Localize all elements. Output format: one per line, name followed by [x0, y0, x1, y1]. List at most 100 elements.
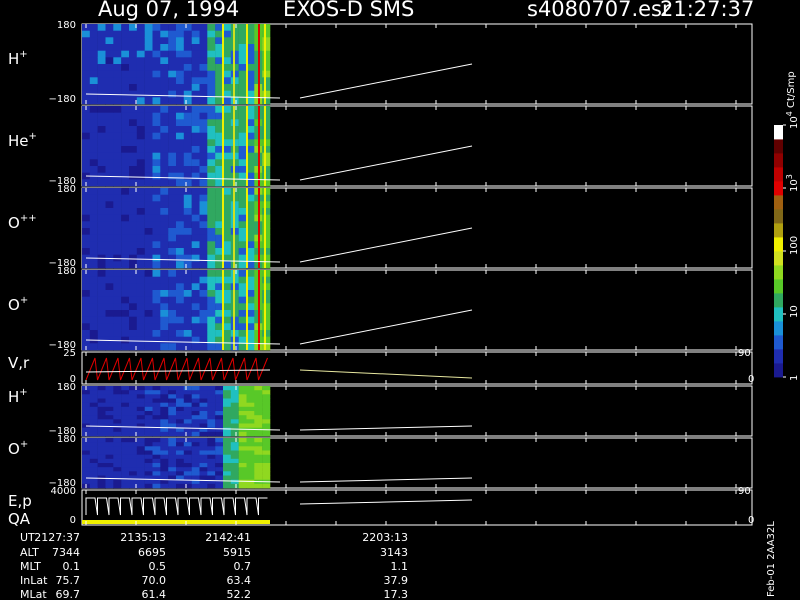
spectrogram-cell [215, 386, 224, 391]
spectrogram-cell [152, 221, 161, 229]
spectrogram-cell [152, 166, 161, 173]
spectrogram-cell [89, 467, 98, 472]
spectrogram-cell [144, 228, 153, 235]
spectrogram-cell [144, 467, 153, 472]
spectrogram-cell [97, 467, 106, 472]
spectrogram-cell [215, 415, 224, 420]
spectrogram-cell [246, 394, 255, 399]
spectrogram-cell [105, 97, 114, 105]
spectrogram-cell [168, 398, 177, 403]
spectrogram-cell [223, 471, 232, 476]
spectrogram-cell [176, 330, 185, 337]
info-times-value: 2127:37 [34, 531, 80, 544]
spectrogram-cell [136, 112, 145, 120]
spectrogram-cell [183, 248, 192, 255]
spectrogram-cell [113, 438, 122, 443]
spectrogram-cell [105, 159, 114, 167]
info-alt-value: 7344 [52, 546, 80, 559]
spectrogram-cell [121, 221, 130, 229]
spectrogram-cell [129, 64, 138, 71]
spectrogram-cell [113, 390, 122, 395]
spectrogram-streak [222, 188, 224, 268]
spectrogram-cell [113, 30, 122, 38]
info-times-value: 2135:13 [120, 531, 166, 544]
y-tick-top: 180 [57, 434, 76, 445]
spectrogram-cell [199, 303, 208, 311]
spectrogram-streak [233, 106, 235, 186]
spectrogram-cell [82, 234, 91, 242]
spectrogram-cell [89, 419, 98, 424]
spectrogram-cell [144, 179, 153, 187]
colorbar-tick-exponent: 3 [785, 174, 794, 179]
colorbar-segment [774, 223, 783, 238]
spectrogram-cell [238, 84, 247, 91]
spectrogram-cell [136, 406, 145, 412]
spectrogram-cell [152, 406, 161, 412]
spectrogram-cell [207, 270, 216, 277]
spectrogram-cell [254, 406, 263, 412]
spectrogram-cell [89, 152, 98, 160]
spectrogram-cell [230, 475, 239, 480]
spectrogram-cell [191, 290, 200, 297]
spectrogram-cell [262, 402, 271, 408]
spectrogram-cell [121, 152, 130, 160]
spectrogram-cell [207, 221, 216, 229]
spectrogram-cell [176, 188, 185, 195]
spectrogram-cell [176, 179, 185, 187]
spectrogram-cell [82, 37, 91, 45]
spectrogram-cell [113, 194, 122, 202]
spectrogram-cell [144, 398, 153, 403]
spectrogram-cell [144, 97, 153, 105]
spectrogram-cell [144, 90, 153, 98]
spectrogram-cell [105, 454, 114, 460]
spectrogram-cell [199, 50, 208, 58]
spectrogram-cell [254, 483, 263, 489]
spectrogram-cell [136, 254, 145, 262]
info-alt-value: 5915 [223, 546, 251, 559]
spectrogram-cell [136, 276, 145, 284]
spectrogram-cell [152, 411, 161, 416]
info-times-value: 2142:41 [205, 531, 251, 544]
spectrogram-cell [97, 419, 106, 424]
spectrogram-cell [97, 221, 106, 229]
spectrogram-cell [199, 276, 208, 284]
spectrogram-cell [113, 406, 122, 412]
spectrogram-cell [191, 270, 200, 277]
spectrogram-cell [105, 386, 114, 391]
spectrogram-cell [183, 139, 192, 147]
spectrogram-cell [183, 152, 192, 160]
spectrogram-cell [168, 336, 177, 344]
spectrogram-cell [207, 166, 216, 173]
spectrogram-cell [144, 44, 153, 51]
spectrogram-cell [254, 467, 263, 472]
spectrogram-cell [207, 475, 216, 480]
spectrogram-cell [176, 139, 185, 147]
spectrogram-cell [144, 241, 153, 249]
spectrogram-cell [89, 270, 98, 277]
panel-label-sup: + [20, 439, 28, 450]
spectrogram-cell [183, 402, 192, 408]
y-tick-bottom: −180 [49, 94, 76, 105]
spectrogram-cell [199, 119, 208, 127]
spectrogram-cell [238, 172, 247, 180]
spectrogram-cell [144, 159, 153, 167]
spectrogram-cell [89, 214, 98, 222]
spectrogram-cell [223, 290, 232, 297]
spectrogram-cell [199, 411, 208, 416]
spectrogram-cell [144, 254, 153, 262]
spectrogram-cell [160, 330, 169, 337]
spectrogram-cell [199, 159, 208, 167]
spectrogram-cell [89, 70, 98, 78]
spectrogram-cell [262, 283, 271, 291]
spectrogram-cell [152, 208, 161, 215]
spectrogram-cell [89, 386, 98, 391]
spectrogram-cell [82, 411, 91, 416]
spectrogram-cell [129, 402, 138, 408]
spectrogram-cell [82, 139, 91, 147]
spectrogram-cell [223, 194, 232, 202]
spectrogram-cell [176, 234, 185, 242]
spectrogram-cell [113, 201, 122, 209]
spectrogram-cell [121, 50, 130, 58]
spectrogram-cell [223, 415, 232, 420]
spectrogram-cell [113, 316, 122, 324]
